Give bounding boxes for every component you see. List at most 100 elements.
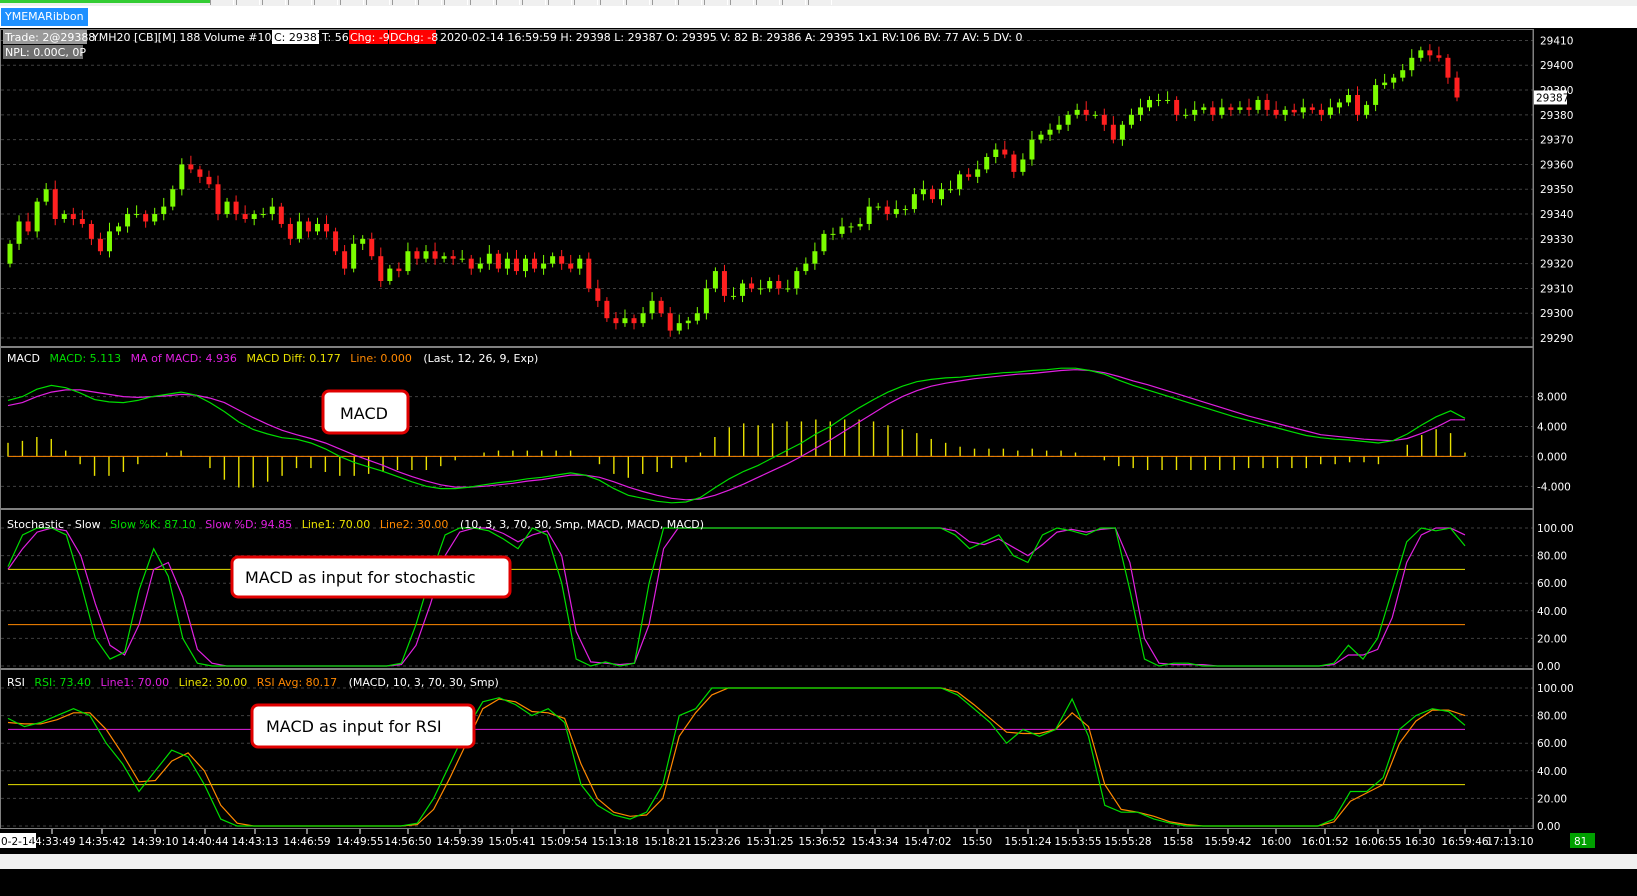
bottom-scrollbar — [0, 854, 1637, 869]
candle-body — [939, 189, 945, 200]
candle-body — [568, 263, 574, 269]
toolbar-button[interactable] — [808, 0, 832, 5]
candle-body — [740, 283, 746, 296]
candle-body — [52, 189, 58, 219]
candle-body — [215, 184, 221, 215]
time-axis-label: 14:39:10 — [131, 836, 178, 848]
candle-body — [351, 243, 357, 269]
candle-body — [278, 206, 284, 224]
toolbar-button[interactable] — [444, 0, 468, 5]
rsi-value: RSI: 73.40 — [34, 676, 91, 689]
time-axis-label: 15:09:54 — [540, 836, 587, 848]
time-axis-label: 15:13:18 — [591, 836, 638, 848]
macd-ma-value: MA of MACD: 4.936 — [131, 352, 237, 365]
stochastic-axis-label: 40.00 — [1537, 606, 1567, 618]
candle-body — [1454, 77, 1460, 98]
candle-body — [1092, 114, 1098, 116]
candle-body — [1147, 99, 1153, 108]
candle-body — [1282, 109, 1288, 115]
candle-body — [486, 253, 492, 264]
toolbar-button[interactable] — [548, 0, 572, 5]
time-axis-label: 15:59:42 — [1204, 836, 1251, 848]
candle-body — [929, 189, 935, 200]
candle-body — [1373, 85, 1379, 105]
toolbar-button[interactable] — [678, 0, 702, 5]
toolbar-button[interactable] — [314, 0, 338, 5]
toolbar-button[interactable] — [288, 0, 312, 5]
candle-body — [676, 323, 682, 331]
toolbar-button[interactable] — [522, 0, 546, 5]
candle-body — [206, 176, 212, 185]
candle-body — [694, 313, 700, 321]
candle-body — [333, 231, 339, 252]
chart-svg[interactable]: 2941029400293902938029370293602935029340… — [0, 29, 1637, 869]
candle-body — [495, 253, 501, 269]
toolbar-button[interactable] — [704, 0, 728, 5]
toolbar-button[interactable] — [496, 0, 520, 5]
candle-body — [812, 251, 818, 264]
toolbar-button[interactable] — [262, 0, 286, 5]
macd-axis-label: 4.000 — [1537, 422, 1567, 434]
candle-body — [993, 149, 999, 157]
npl-text: NPL: 0.00C, 0P — [5, 46, 86, 59]
toolbar-progress — [0, 0, 210, 3]
candle-body — [432, 251, 438, 259]
toolbar-button[interactable] — [574, 0, 598, 5]
candle-body — [7, 243, 13, 264]
toolbar-button[interactable] — [236, 0, 260, 5]
candle-body — [296, 221, 302, 239]
macd-axis-label: 0.000 — [1537, 451, 1567, 463]
time-axis-label: 15:05:41 — [488, 836, 535, 848]
candle-body — [1128, 114, 1134, 125]
toolbar-button[interactable] — [652, 0, 676, 5]
candle-body — [839, 226, 845, 234]
chart-tab-bar: YMEMARibbon — [0, 6, 1637, 28]
toolbar-button[interactable] — [782, 0, 806, 5]
candle-body — [767, 281, 773, 289]
candle-body — [79, 219, 85, 224]
candle-body — [550, 256, 556, 264]
candle-body — [703, 288, 709, 314]
price-axis-label: 29340 — [1540, 209, 1573, 221]
candle-body — [966, 174, 972, 177]
candle-body — [984, 157, 990, 170]
stochastic-params: (10, 3, 3, 70, 30, Smp, MACD, MACD, MACD… — [460, 518, 704, 531]
rsi-axis-label: 40.00 — [1537, 766, 1567, 778]
rsi-callout-text: MACD as input for RSI — [266, 717, 442, 736]
toolbar-button[interactable] — [392, 0, 416, 5]
time-axis-label: 15:58 — [1163, 836, 1193, 848]
candle-body — [1183, 114, 1189, 116]
candle-body — [188, 164, 194, 170]
time-axis-label: 15:53:55 — [1054, 836, 1101, 848]
toolbar-button[interactable] — [210, 0, 234, 5]
panel-border — [0, 29, 1534, 347]
candle-body — [667, 313, 673, 331]
dchg-text: DChg: -8 — [390, 31, 438, 44]
toolbar-button[interactable] — [340, 0, 364, 5]
chart-tab-ymemaribbon[interactable]: YMEMARibbon — [1, 8, 88, 26]
candle-body — [1255, 99, 1261, 110]
toolbar-button[interactable] — [600, 0, 624, 5]
candle-body — [875, 206, 881, 208]
candle-body — [242, 214, 248, 219]
chart-area[interactable]: 2941029400293902938029370293602935029340… — [0, 29, 1637, 869]
stochastic-k-value: Slow %K: 87.10 — [110, 518, 196, 531]
candle-body — [902, 209, 908, 211]
candle-body — [1445, 57, 1451, 78]
price-axis-label: 29370 — [1540, 135, 1573, 147]
toolbar-button[interactable] — [730, 0, 754, 5]
candle-body — [468, 258, 474, 269]
toolbar-button[interactable] — [626, 0, 650, 5]
candle-body — [1110, 124, 1116, 140]
toolbar-button[interactable] — [470, 0, 494, 5]
candle-body — [1011, 154, 1017, 172]
candle-body — [88, 223, 94, 239]
toolbar-button[interactable] — [418, 0, 442, 5]
candle-body — [604, 300, 610, 319]
price-candles — [7, 44, 1460, 337]
time-axis-corner: 81 — [1574, 836, 1587, 848]
candle-body — [1137, 107, 1143, 115]
toolbar-button[interactable] — [366, 0, 390, 5]
candle-body — [414, 251, 420, 259]
toolbar-button[interactable] — [756, 0, 780, 5]
